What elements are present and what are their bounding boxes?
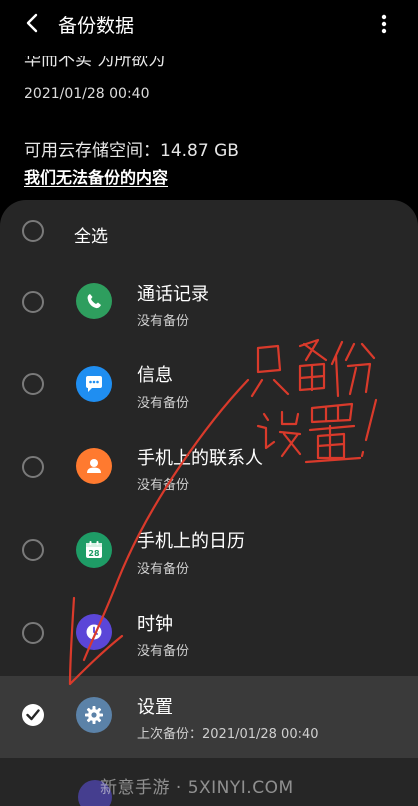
chevron-left-icon — [26, 13, 38, 33]
select-all-checkbox[interactable] — [22, 220, 44, 242]
item-title: 设置 — [137, 697, 173, 718]
item-status: 没有备份 — [137, 644, 190, 659]
contacts-checkbox[interactable] — [22, 456, 44, 478]
message-icon — [76, 366, 112, 402]
cannot-backup-link[interactable]: 我们无法备份的内容 — [24, 164, 168, 188]
app-header: 备份数据 — [0, 0, 418, 48]
clock-checkbox[interactable] — [22, 622, 44, 644]
call-log-checkbox[interactable] — [22, 291, 44, 313]
select-all-row[interactable]: 全选 — [0, 204, 418, 258]
device-name: 华而不实 为所欲为 — [24, 56, 166, 70]
item-title: 时钟 — [137, 614, 173, 635]
cloud-storage-available: 可用云存储空间：14.87 GB — [24, 141, 239, 161]
phone-icon — [76, 283, 112, 319]
list-item-messages[interactable]: 信息 没有备份 — [0, 344, 418, 426]
list-item-calendar[interactable]: 28 手机上的日历 没有备份 — [0, 508, 418, 590]
watermark: 新意手游 · 5XINYI.COM — [100, 778, 294, 798]
item-title: 手机上的联系人 — [137, 448, 263, 469]
calendar-icon: 28 — [76, 532, 112, 568]
gear-icon — [76, 697, 112, 733]
item-status: 没有备份 — [137, 314, 190, 329]
backup-date: 2021/01/28 00:40 — [24, 86, 150, 102]
item-status: 上次备份：2021/01/28 00:40 — [137, 727, 319, 742]
list-item-call-log[interactable]: 通话记录 没有备份 — [0, 262, 418, 344]
messages-checkbox[interactable] — [22, 373, 44, 395]
list-item-contacts[interactable]: 手机上的联系人 没有备份 — [0, 426, 418, 508]
back-button[interactable] — [20, 10, 46, 36]
calendar-checkbox[interactable] — [22, 539, 44, 561]
page-title: 备份数据 — [58, 15, 135, 37]
settings-checkbox[interactable] — [22, 704, 44, 726]
more-options-button[interactable] — [372, 12, 396, 36]
backup-selection-sheet: 全选 通话记录 没有备份 信息 没有备份 手机上的联系人 没有备份 28 手机上… — [0, 200, 418, 806]
more-vertical-icon — [381, 14, 387, 34]
item-status: 没有备份 — [137, 478, 190, 493]
item-title: 手机上的日历 — [137, 531, 245, 552]
item-status: 没有备份 — [137, 396, 190, 411]
checkmark-icon — [26, 709, 40, 721]
list-item-clock[interactable]: 时钟 没有备份 — [0, 590, 418, 672]
select-all-label: 全选 — [74, 227, 108, 247]
item-title: 通话记录 — [137, 284, 209, 305]
contact-icon — [76, 448, 112, 484]
item-title: 信息 — [137, 365, 173, 386]
clock-icon — [76, 614, 112, 650]
list-item-settings[interactable]: 设置 上次备份：2021/01/28 00:40 — [0, 676, 418, 758]
item-status: 没有备份 — [137, 562, 190, 577]
calendar-day: 28 — [88, 549, 100, 558]
